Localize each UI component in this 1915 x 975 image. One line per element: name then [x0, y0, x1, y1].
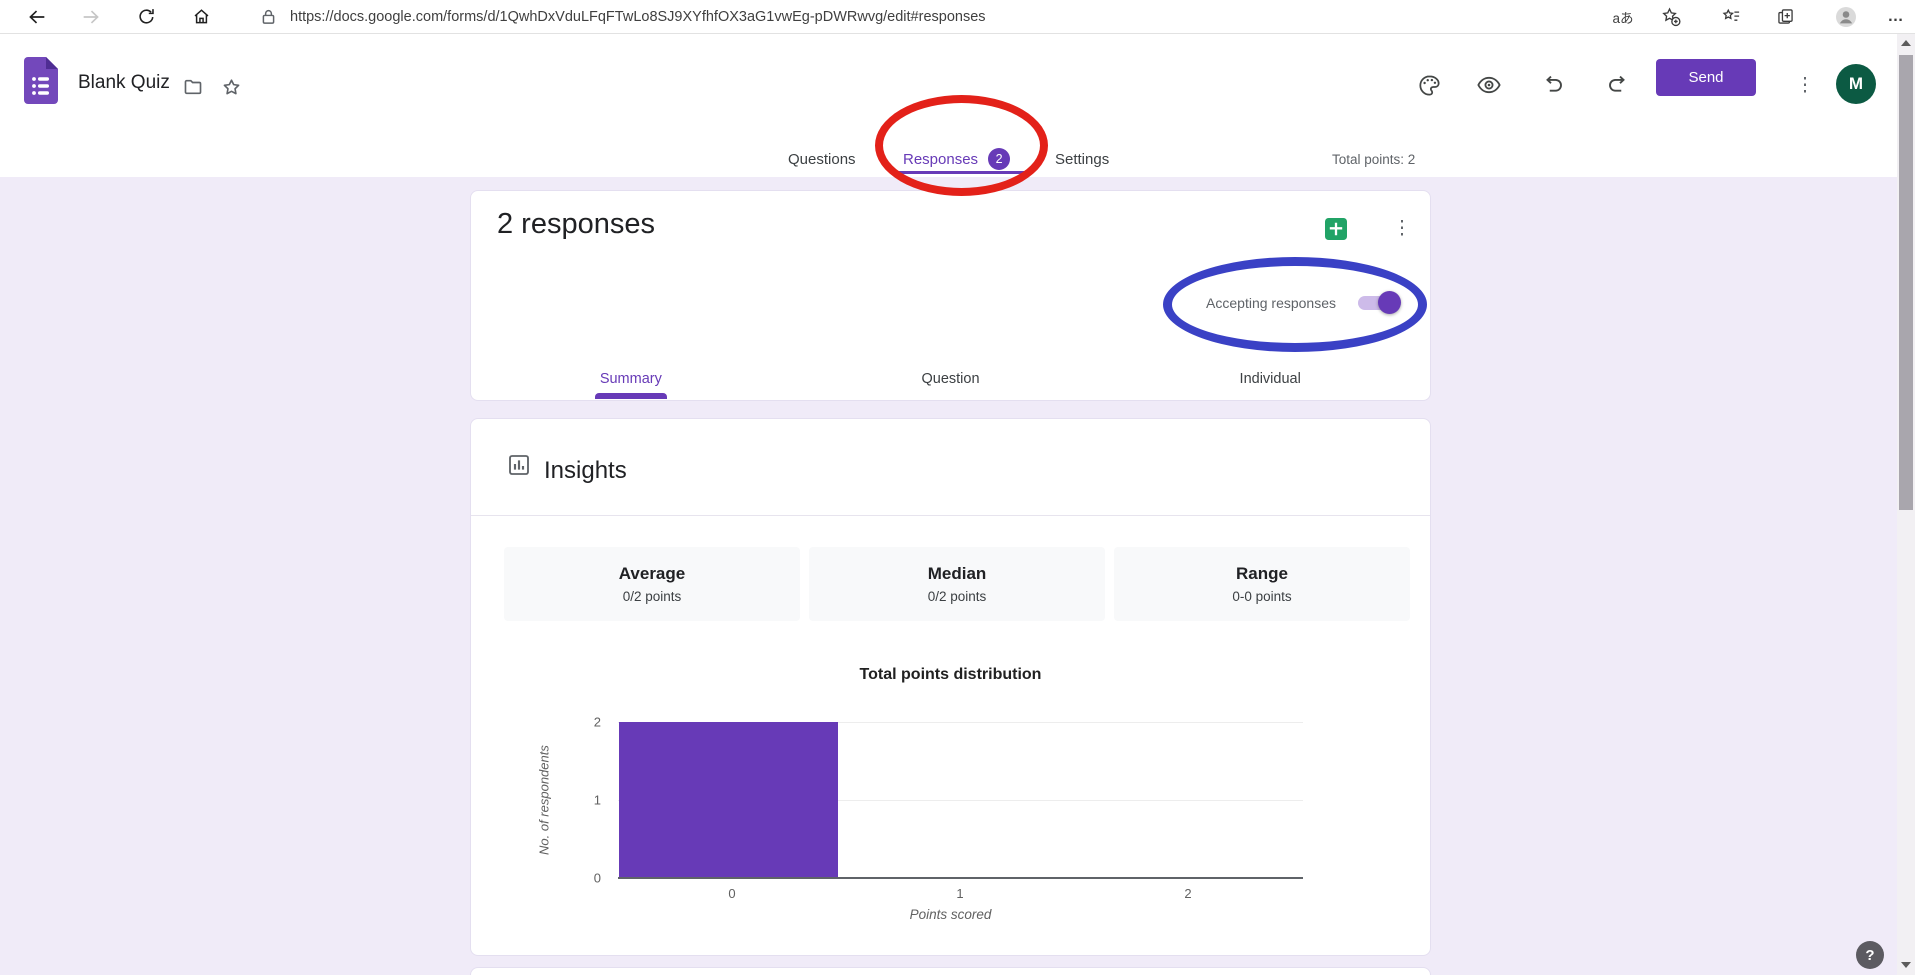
- preview-eye-icon[interactable]: [1475, 71, 1503, 99]
- stat-range-label: Range: [1236, 564, 1288, 584]
- accepting-responses-toggle[interactable]: [1358, 296, 1399, 310]
- toggle-knob: [1378, 291, 1401, 314]
- insights-chart-icon: [506, 452, 532, 483]
- address-bar[interactable]: https://docs.google.com/forms/d/1QwhDxVd…: [290, 0, 986, 33]
- tab-settings[interactable]: Settings: [1055, 142, 1109, 176]
- response-view-subtabs: Summary Question Individual: [471, 358, 1430, 400]
- insights-card: Insights Average 0/2 points Median 0/2 p…: [470, 418, 1431, 956]
- active-subtab-indicator: [595, 393, 667, 399]
- subtab-individual-label: Individual: [1240, 371, 1301, 387]
- bar-0: [619, 722, 838, 878]
- home-icon[interactable]: [185, 0, 217, 33]
- lock-icon[interactable]: [252, 0, 284, 33]
- total-points-label: Total points: 2: [1332, 142, 1415, 176]
- subtab-summary[interactable]: Summary: [471, 358, 791, 400]
- screen: https://docs.google.com/forms/d/1QwhDxVd…: [0, 0, 1915, 975]
- x-tick-1: 1: [956, 886, 963, 901]
- chart-y-axis-label: No. of respondents: [535, 722, 553, 878]
- stat-range-value: 0-0 points: [1232, 589, 1291, 604]
- chart-plot-area: [618, 722, 1303, 878]
- x-tick-2: 2: [1184, 886, 1191, 901]
- undo-icon[interactable]: [1539, 71, 1567, 99]
- collections-icon[interactable]: [1769, 0, 1801, 33]
- stat-average: Average 0/2 points: [504, 547, 800, 621]
- scrollbar-up-arrow[interactable]: [1897, 35, 1915, 51]
- stats-row: Average 0/2 points Median 0/2 points Ran…: [504, 547, 1410, 621]
- subtab-question[interactable]: Question: [791, 358, 1111, 400]
- accepting-responses-row: Accepting responses: [1206, 290, 1399, 316]
- responses-count-title: 2 responses: [497, 208, 655, 241]
- tab-responses-label: Responses: [903, 151, 978, 168]
- forms-logo-icon[interactable]: [24, 57, 58, 109]
- chart-title: Total points distribution: [471, 666, 1430, 684]
- page-scrollbar[interactable]: [1897, 33, 1915, 975]
- subtab-individual[interactable]: Individual: [1110, 358, 1430, 400]
- account-avatar[interactable]: M: [1836, 64, 1876, 104]
- chart-x-axis-label: Points scored: [471, 907, 1430, 922]
- stat-range: Range 0-0 points: [1114, 547, 1410, 621]
- stat-median-label: Median: [928, 564, 987, 584]
- y-tick-2: 2: [571, 715, 601, 730]
- tab-questions[interactable]: Questions: [788, 142, 856, 176]
- help-button[interactable]: ?: [1856, 941, 1884, 969]
- insights-title: Insights: [544, 457, 627, 485]
- forward-icon[interactable]: [75, 0, 107, 33]
- next-card-top-edge: [470, 967, 1431, 975]
- y-tick-1: 1: [571, 793, 601, 808]
- stat-median: Median 0/2 points: [809, 547, 1105, 621]
- stat-average-label: Average: [619, 564, 685, 584]
- responses-card: 2 responses ⋮ Accepting responses Summar…: [470, 190, 1431, 401]
- scrollbar-down-arrow[interactable]: [1897, 957, 1915, 973]
- forms-header: Blank Quiz Send ⋮ M Questions Responses …: [0, 33, 1915, 177]
- redo-icon[interactable]: [1603, 71, 1631, 99]
- x-tick-0: 0: [728, 886, 735, 901]
- x-axis-line: [618, 877, 1303, 879]
- favorites-bar-icon[interactable]: [1715, 0, 1747, 33]
- divider: [471, 515, 1430, 516]
- form-title[interactable]: Blank Quiz: [78, 72, 170, 94]
- responses-more-icon[interactable]: ⋮: [1389, 215, 1415, 241]
- browser-toolbar: https://docs.google.com/forms/d/1QwhDxVd…: [0, 0, 1915, 34]
- send-button[interactable]: Send: [1656, 59, 1756, 96]
- y-tick-0: 0: [571, 871, 601, 886]
- stat-average-value: 0/2 points: [623, 589, 682, 604]
- subtab-question-label: Question: [921, 371, 979, 387]
- refresh-icon[interactable]: [130, 0, 162, 33]
- active-tab-indicator: [896, 171, 1032, 174]
- link-to-sheets-icon[interactable]: [1323, 216, 1349, 242]
- translate-icon[interactable]: aあ: [1607, 0, 1639, 33]
- accepting-responses-label: Accepting responses: [1206, 295, 1336, 311]
- theme-palette-icon[interactable]: [1415, 71, 1443, 99]
- back-icon[interactable]: [21, 0, 53, 33]
- add-favorite-icon[interactable]: [1654, 0, 1686, 33]
- move-folder-icon[interactable]: [179, 73, 207, 101]
- stat-median-value: 0/2 points: [928, 589, 987, 604]
- subtab-summary-label: Summary: [600, 371, 662, 387]
- header-more-icon[interactable]: ⋮: [1791, 71, 1819, 99]
- scrollbar-thumb[interactable]: [1899, 55, 1913, 510]
- star-icon[interactable]: [217, 73, 245, 101]
- responses-count-badge: 2: [988, 148, 1010, 170]
- browser-menu-icon[interactable]: …: [1880, 0, 1912, 33]
- browser-profile-icon[interactable]: [1830, 0, 1862, 33]
